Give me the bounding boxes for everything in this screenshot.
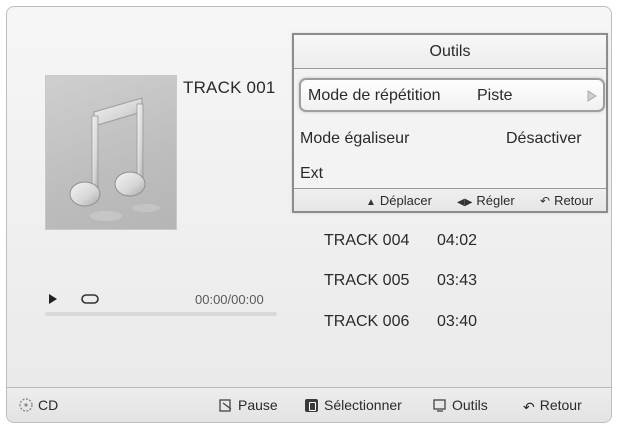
album-art <box>45 75 177 230</box>
menu-item-ext[interactable]: Ext <box>300 165 323 183</box>
time-display: 00:00/00:00 <box>195 292 264 307</box>
tools-key-icon <box>433 399 446 412</box>
arrow-right-icon <box>587 90 597 102</box>
source-label: CD <box>38 397 59 413</box>
media-player-screen: TRACK 001 00:00/00:00 TRACK 004 04:02 TRA… <box>6 6 612 423</box>
repeat-icon <box>81 294 99 304</box>
tools-popup: Outils Mode de répétition Piste Mode éga… <box>292 33 608 213</box>
tools-button[interactable]: Outils <box>433 397 488 413</box>
track-row[interactable]: TRACK 006 03:40 <box>324 313 477 331</box>
pause-button[interactable]: Pause <box>219 397 278 413</box>
menu-item-label: Ext <box>300 165 324 182</box>
left-right-arrows-icon: ◀▶ <box>457 197 473 208</box>
menu-item-value: Désactiver <box>506 130 582 147</box>
menu-item-value: Piste <box>477 87 513 104</box>
track-name: TRACK 005 <box>324 272 410 289</box>
return-icon: ↶ <box>523 399 535 415</box>
track-duration: 03:40 <box>437 313 478 330</box>
hint-adjust-label: Régler <box>476 193 515 208</box>
track-row[interactable]: TRACK 005 03:43 <box>324 272 477 290</box>
up-down-arrows-icon: ▲︎ <box>366 197 376 208</box>
track-duration: 03:43 <box>437 272 478 289</box>
track-row[interactable]: TRACK 004 04:02 <box>324 232 477 250</box>
hint-back: ↶ Retour <box>540 193 593 208</box>
enter-key-icon <box>305 399 318 412</box>
track-name: TRACK 006 <box>324 313 410 330</box>
hint-back-label: Retour <box>554 193 594 208</box>
track-name: TRACK 004 <box>324 232 410 249</box>
select-button[interactable]: Sélectionner <box>305 397 402 413</box>
back-label: Retour <box>539 397 582 413</box>
hint-move-label: Déplacer <box>379 193 432 208</box>
bottom-bar: CD Pause Sélectionner Outils ↶ Retour <box>7 387 611 422</box>
music-note-icon <box>69 97 160 221</box>
play-icon <box>49 294 57 304</box>
menu-item-equalizer-mode[interactable]: Mode égaliseur Désactiver <box>300 130 606 148</box>
current-track-title: TRACK 001 <box>183 78 276 97</box>
disc-icon <box>19 398 33 412</box>
select-label: Sélectionner <box>324 397 402 413</box>
pause-key-icon <box>219 399 232 412</box>
tools-label: Outils <box>452 397 488 413</box>
progress-bar[interactable] <box>45 312 277 316</box>
track-duration: 04:02 <box>437 232 478 249</box>
hint-move: ▲︎ Déplacer <box>366 193 432 208</box>
menu-item-label: Mode de répétition <box>308 87 441 104</box>
menu-item-repeat-mode[interactable]: Mode de répétition Piste <box>299 78 605 112</box>
hint-adjust: ◀▶ Régler <box>457 193 515 208</box>
back-button[interactable]: ↶ Retour <box>523 397 582 416</box>
popup-footer: ▲︎ Déplacer ◀▶ Régler ↶ Retour <box>294 188 606 211</box>
return-icon: ↶ <box>540 194 551 208</box>
menu-item-label: Mode égaliseur <box>300 130 410 147</box>
source-cd[interactable]: CD <box>19 397 58 413</box>
popup-title: Outils <box>294 35 606 69</box>
pause-label: Pause <box>238 397 278 413</box>
